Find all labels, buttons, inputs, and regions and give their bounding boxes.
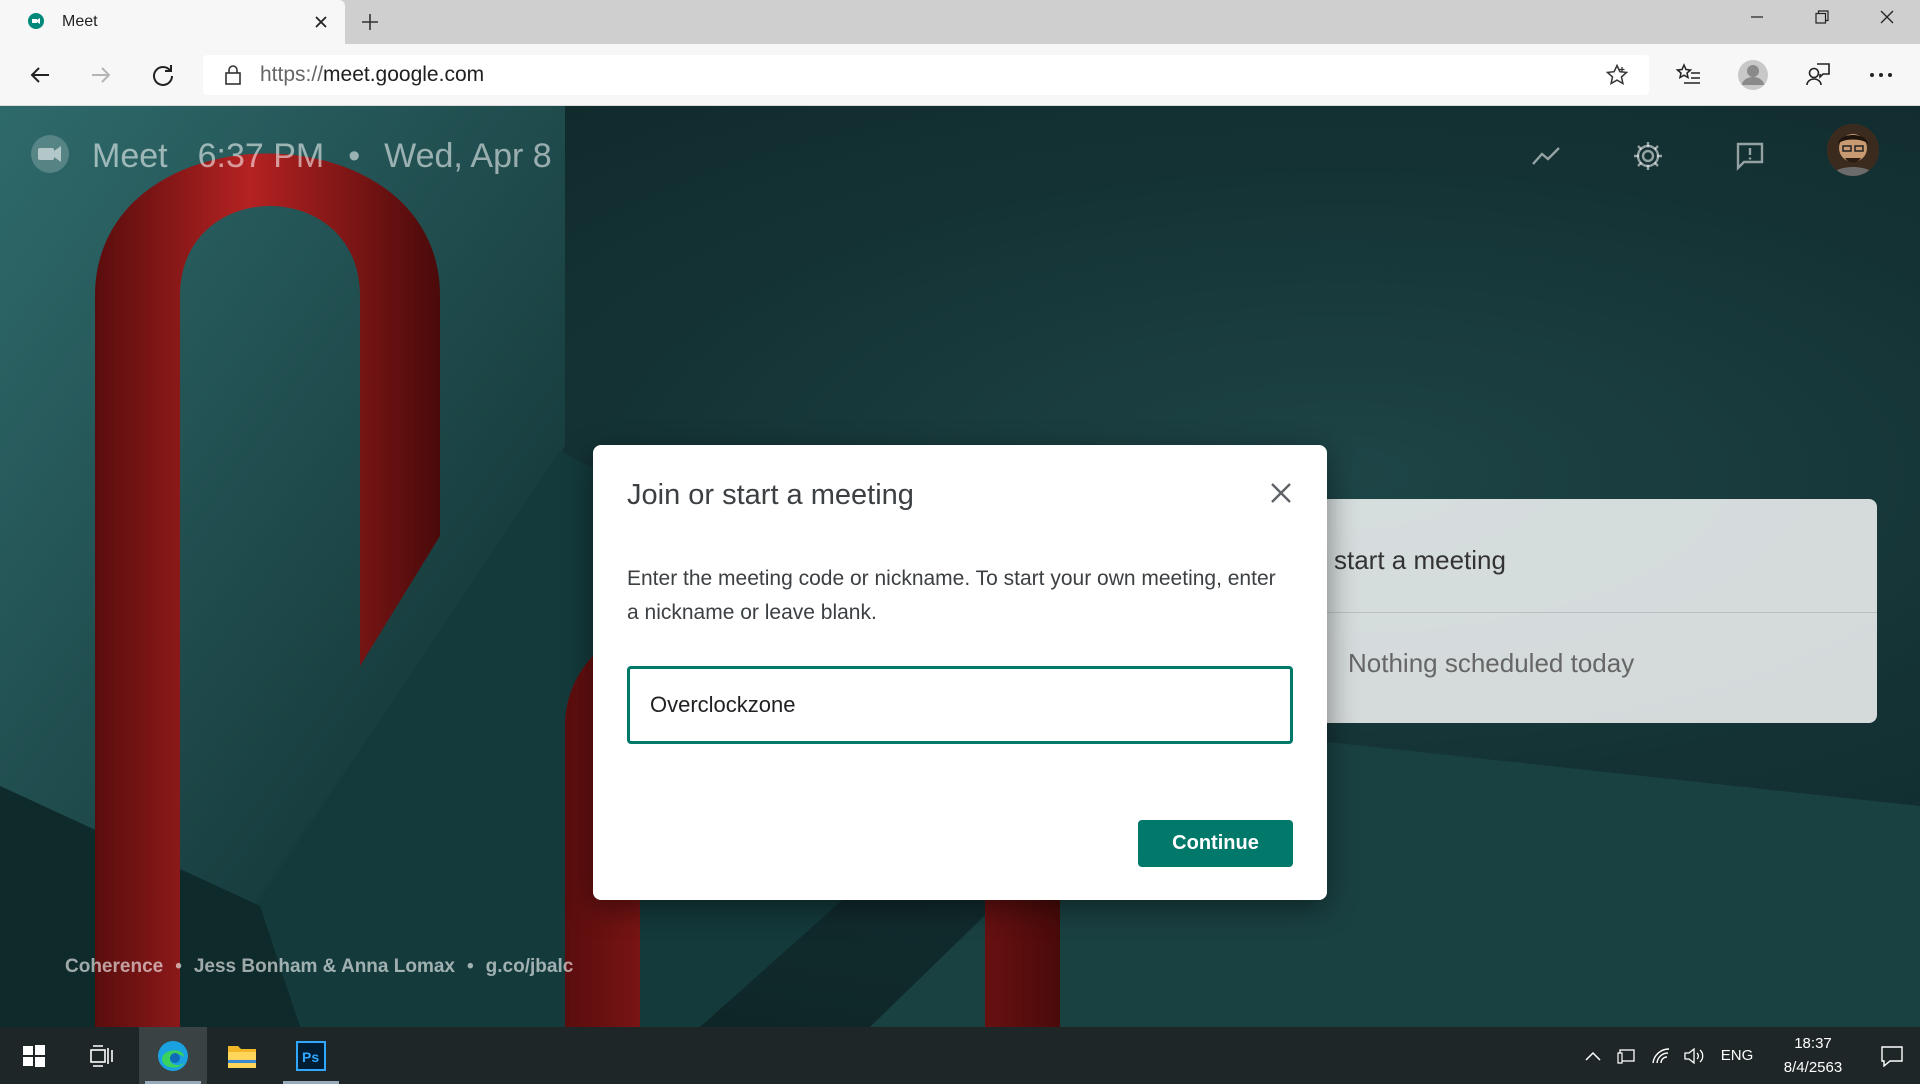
svg-text:Ps: Ps xyxy=(302,1049,319,1065)
device-icon[interactable] xyxy=(1610,1027,1644,1084)
read-aloud-icon[interactable] xyxy=(1800,57,1836,93)
url-text[interactable]: https://meet.google.com xyxy=(260,63,1597,87)
quality-trend-icon[interactable] xyxy=(1522,132,1570,180)
continue-button[interactable]: Continue xyxy=(1138,820,1293,867)
background-credit: Coherence • Jess Bonham & Anna Lomax • g… xyxy=(65,956,573,978)
url-scheme: https:// xyxy=(260,63,324,86)
meet-app-name: Meet xyxy=(92,136,168,175)
feedback-icon[interactable] xyxy=(1726,132,1774,180)
favorites-list-icon[interactable] xyxy=(1671,57,1707,93)
credit-title: Coherence xyxy=(65,956,164,977)
chevron-up-icon[interactable] xyxy=(1576,1027,1610,1084)
meet-logo-icon xyxy=(31,135,69,173)
credit-separator: • xyxy=(467,956,474,977)
back-arrow-icon[interactable] xyxy=(22,57,58,93)
meeting-code-input[interactable] xyxy=(627,666,1293,744)
url-host: meet.google.com xyxy=(323,63,485,86)
windows-taskbar: Ps ENG 18:37 8/4/2563 xyxy=(0,1027,1920,1084)
nothing-scheduled-text: Nothing scheduled today xyxy=(1348,648,1635,678)
dialog-description: Enter the meeting code or nickname. To s… xyxy=(627,567,1276,624)
lock-icon[interactable] xyxy=(223,64,243,86)
volume-icon[interactable] xyxy=(1678,1027,1712,1084)
wifi-icon[interactable] xyxy=(1644,1027,1678,1084)
clock[interactable]: 18:37 8/4/2563 xyxy=(1762,1032,1864,1080)
task-view-icon[interactable] xyxy=(68,1027,136,1084)
user-avatar[interactable] xyxy=(1827,124,1879,176)
windows-start-icon[interactable] xyxy=(0,1027,68,1084)
clock-date: 8/4/2563 xyxy=(1783,1058,1843,1076)
credit-authors: Jess Bonham & Anna Lomax xyxy=(193,956,455,977)
restore-icon[interactable] xyxy=(1790,0,1854,34)
start-meeting-row[interactable]: start a meeting xyxy=(1320,499,1877,613)
close-icon[interactable] xyxy=(1264,476,1298,510)
more-menu-icon[interactable] xyxy=(1863,57,1899,93)
forward-arrow-icon[interactable] xyxy=(83,57,119,93)
join-meeting-dialog: Join or start a meeting Enter the meetin… xyxy=(593,445,1327,900)
browser-toolbar: https://meet.google.com xyxy=(0,44,1920,106)
notification-icon[interactable] xyxy=(1864,1027,1920,1084)
meet-header: Meet 6:37 PM • Wed, Apr 8 xyxy=(28,128,552,184)
clock-time: 18:37 xyxy=(1794,1034,1832,1052)
meeting-side-card: start a meeting Nothing scheduled today xyxy=(1320,499,1877,723)
close-tab-icon[interactable] xyxy=(305,6,337,38)
language-indicator[interactable]: ENG xyxy=(1712,1047,1762,1064)
file-explorer-icon[interactable] xyxy=(208,1027,276,1084)
profile-icon[interactable] xyxy=(1735,57,1771,93)
minimize-icon[interactable] xyxy=(1725,0,1789,34)
address-bar[interactable]: https://meet.google.com xyxy=(203,55,1649,95)
meet-favicon-icon xyxy=(28,13,44,29)
meet-separator: • xyxy=(348,136,361,175)
new-tab-button[interactable] xyxy=(354,6,386,38)
credit-link[interactable]: g.co/jbalc xyxy=(486,956,574,978)
photoshop-icon[interactable]: Ps xyxy=(277,1027,345,1084)
close-window-icon[interactable] xyxy=(1855,0,1919,34)
dialog-title: Join or start a meeting xyxy=(627,479,914,511)
tab-title: Meet xyxy=(62,13,98,30)
settings-gear-icon[interactable] xyxy=(1624,132,1672,180)
refresh-icon[interactable] xyxy=(145,57,181,93)
system-tray: ENG 18:37 8/4/2563 xyxy=(1576,1027,1920,1084)
credit-separator: • xyxy=(175,956,182,977)
browser-tab-strip: Meet xyxy=(0,0,1920,44)
meet-date: Wed, Apr 8 xyxy=(384,136,552,175)
meet-time: 6:37 PM xyxy=(197,136,325,175)
start-meeting-label: start a meeting xyxy=(1334,545,1506,575)
meet-page: Meet 6:37 PM • Wed, Apr 8 start a meetin… xyxy=(0,106,1920,1027)
edge-taskbar-icon[interactable] xyxy=(139,1027,207,1084)
browser-tab-meet[interactable]: Meet xyxy=(0,0,345,44)
favorite-star-icon[interactable] xyxy=(1597,55,1637,95)
